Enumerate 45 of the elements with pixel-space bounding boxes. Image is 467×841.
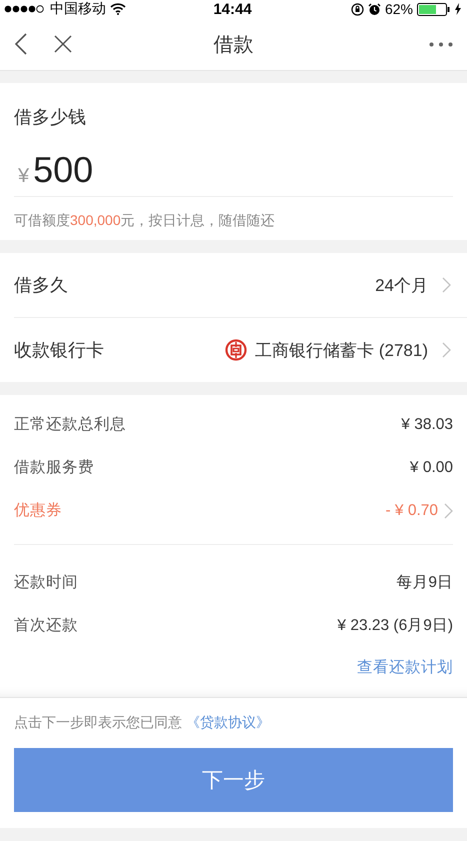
detail-value: ¥ 0.00 [410,458,453,476]
option-row[interactable]: 借多久 24个月 [14,253,467,318]
charging-icon [455,3,461,15]
carrier-name: 中国移动 [50,0,106,18]
battery-percent: 62% [384,1,413,17]
detail-label: 优惠券 [14,501,63,521]
more-button[interactable] [429,42,453,46]
signal-icon [4,5,46,13]
option-row[interactable]: 收款银行卡 工商银行储蓄卡 (2781) [14,318,467,382]
detail-value: 每月9日 [396,573,453,593]
close-button[interactable] [54,35,72,53]
currency-sign: ¥ [18,165,30,188]
next-button[interactable]: 下一步 [14,748,453,812]
credit-limit-note: 可借额度300,000元，按日计息，随借随还 [14,211,276,230]
bank-logo-icon [225,339,248,361]
detail-value: ¥ 38.03 [401,416,453,434]
amount-input[interactable]: 500 [33,149,154,191]
wifi-icon [110,3,126,15]
agreement-text: 点击下一步即表示您已同意 《贷款协议》 [14,713,271,732]
chevron-right-icon [442,277,451,293]
chevron-right-icon [444,502,453,518]
agreement-link[interactable]: 《贷款协议》 [186,714,270,730]
chevron-right-icon [442,342,451,358]
detail-value: - ¥ 0.70 [385,502,438,520]
battery-icon [417,2,451,16]
option-value: 工商银行储蓄卡 (2781) [255,340,428,362]
detail-label: 正常还款总利息 [14,415,127,435]
page-title: 借款 [212,32,254,58]
alarm-icon [368,2,381,16]
option-label: 借多久 [14,274,69,297]
detail-value: ¥ 23.23 (6月9日) [337,616,453,636]
close-icon [54,35,72,53]
back-icon [14,33,28,55]
back-button[interactable] [14,33,28,55]
clock-time: 14:44 [213,0,252,18]
coupon-row[interactable]: 优惠券 - ¥ 0.70 [14,489,453,532]
more-icon [429,42,453,46]
option-value: 24个月 [375,274,428,296]
detail-label: 还款时间 [14,573,79,593]
rotation-lock-icon [350,2,364,16]
detail-label: 首次还款 [14,616,79,636]
amount-label: 借多少钱 [14,106,87,129]
detail-label: 借款服务费 [14,458,95,478]
repayment-plan-link[interactable]: 查看还款计划 [357,656,453,678]
option-label: 收款银行卡 [14,339,105,362]
